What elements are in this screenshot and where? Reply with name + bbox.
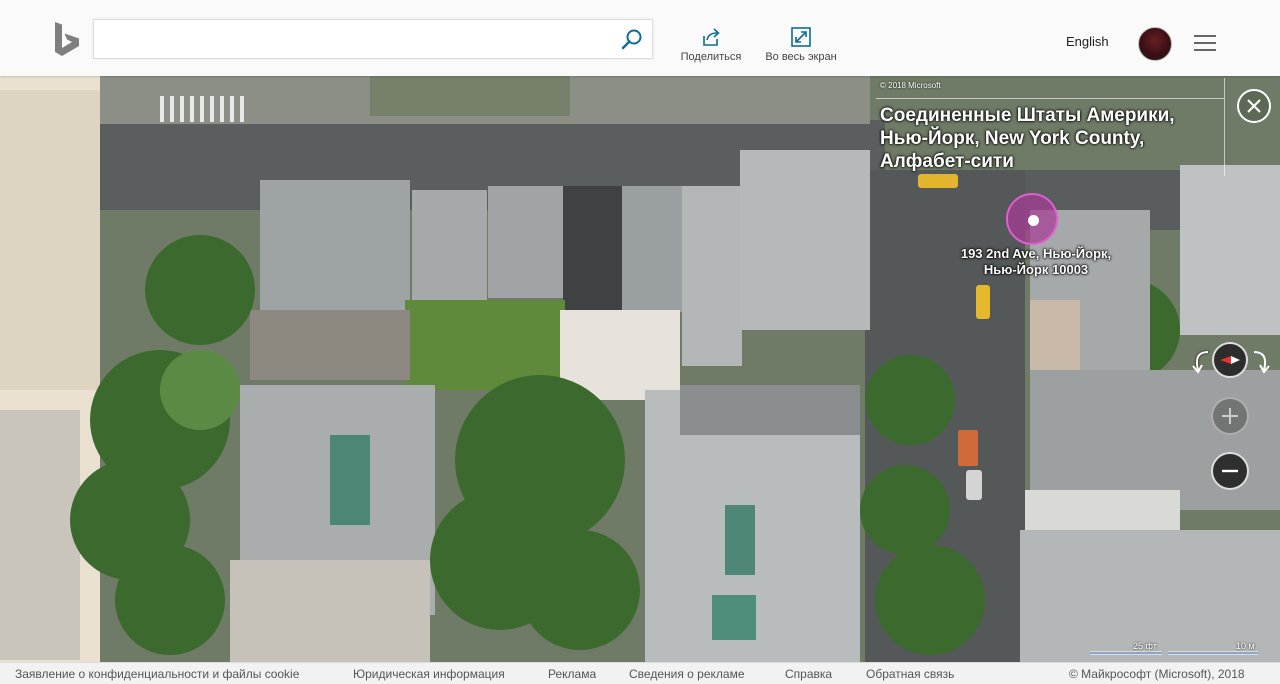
roof-white-strip bbox=[1025, 490, 1180, 535]
panel-divider-horizontal bbox=[876, 98, 1224, 99]
pushpin-address-label: 193 2nd Ave, Нью-Йорк, Нью-Йорк 10003 bbox=[936, 246, 1136, 278]
taxi bbox=[918, 174, 958, 188]
roof-dark bbox=[563, 186, 623, 312]
pin-label-line-2: Нью-Йорк 10003 bbox=[983, 262, 1089, 277]
pin-label-line-1: 193 2nd Ave, Нью-Йорк, bbox=[960, 246, 1112, 261]
plus-icon bbox=[1222, 408, 1238, 424]
trees-top bbox=[370, 76, 570, 116]
search-input[interactable] bbox=[102, 24, 606, 56]
roof-1 bbox=[260, 180, 410, 310]
footer-link-legal[interactable]: Юридическая информация bbox=[353, 667, 505, 681]
scale-meters-label: 10 м bbox=[1236, 641, 1255, 651]
rotate-left-icon[interactable] bbox=[1190, 348, 1212, 376]
crosswalk bbox=[160, 96, 244, 122]
roof-edge bbox=[680, 385, 860, 435]
truck bbox=[958, 430, 978, 466]
fullscreen-button[interactable]: Во весь экран bbox=[756, 26, 846, 63]
footer: Заявление о конфиденциальности и файлы c… bbox=[0, 662, 1280, 684]
roof-3 bbox=[488, 186, 563, 298]
close-button[interactable] bbox=[1237, 89, 1271, 123]
footer-link-feedback[interactable]: Обратная связь bbox=[866, 667, 954, 681]
aerial-map[interactable] bbox=[0, 0, 1280, 684]
footer-link-help[interactable]: Справка bbox=[785, 667, 832, 681]
pushpin-dot bbox=[1028, 215, 1039, 226]
roof-right-top bbox=[1180, 165, 1280, 335]
minus-icon bbox=[1222, 469, 1238, 473]
search-icon[interactable] bbox=[620, 28, 644, 52]
roof-4 bbox=[622, 186, 682, 312]
share-button[interactable]: Поделиться bbox=[674, 26, 748, 63]
language-link[interactable]: English bbox=[1066, 34, 1109, 49]
share-icon bbox=[703, 28, 720, 46]
location-title: Соединенные Штаты Америки, Нью-Йорк, New… bbox=[880, 105, 1175, 172]
rooftop-vent bbox=[725, 505, 755, 575]
avatar[interactable] bbox=[1138, 27, 1172, 61]
compass-button[interactable] bbox=[1212, 342, 1248, 378]
rooftop-structure-teal bbox=[712, 595, 756, 640]
bing-logo[interactable] bbox=[52, 20, 82, 60]
roof-2 bbox=[412, 190, 487, 300]
car bbox=[966, 470, 982, 500]
hamburger-menu-icon[interactable] bbox=[1194, 35, 1216, 51]
fullscreen-icon bbox=[791, 27, 811, 47]
building-roof-left bbox=[0, 410, 80, 660]
top-bar: Поделиться Во весь экран English bbox=[0, 0, 1280, 76]
facade-right bbox=[1030, 300, 1080, 370]
fullscreen-label: Во весь экран bbox=[765, 51, 837, 63]
tree-light bbox=[160, 350, 240, 430]
scale-feet-label: 25 фт bbox=[1133, 641, 1157, 651]
search-box bbox=[93, 19, 653, 59]
panel-divider-vertical bbox=[1224, 78, 1225, 176]
footer-link-privacy[interactable]: Заявление о конфиденциальности и файлы c… bbox=[15, 667, 299, 681]
footer-copyright: © Майкрософт (Microsoft), 2018 bbox=[1069, 667, 1245, 681]
building-facade bbox=[0, 90, 100, 390]
roof-6 bbox=[740, 150, 870, 330]
taxi-2 bbox=[976, 285, 990, 319]
footer-link-about-ads[interactable]: Сведения о рекламе bbox=[629, 667, 745, 681]
scale-bar bbox=[1090, 651, 1258, 655]
roof-right-lower bbox=[1030, 370, 1280, 510]
share-label: Поделиться bbox=[680, 51, 742, 63]
footer-link-advertise[interactable]: Реклама bbox=[548, 667, 596, 681]
maps-app: Поделиться Во весь экран English © 2018 … bbox=[0, 0, 1280, 684]
rotate-right-icon[interactable] bbox=[1250, 348, 1272, 376]
roof-5 bbox=[682, 186, 742, 366]
imagery-copyright: © 2018 Microsoft bbox=[880, 81, 941, 90]
location-pushpin[interactable] bbox=[1006, 193, 1058, 245]
zoom-in-button[interactable] bbox=[1211, 397, 1249, 435]
zoom-out-button[interactable] bbox=[1211, 452, 1249, 490]
roof-bottom bbox=[230, 560, 430, 662]
compass-icon bbox=[1220, 356, 1240, 364]
facade-gray bbox=[250, 310, 410, 380]
close-icon bbox=[1247, 99, 1261, 113]
rooftop-structure-green bbox=[330, 435, 370, 525]
